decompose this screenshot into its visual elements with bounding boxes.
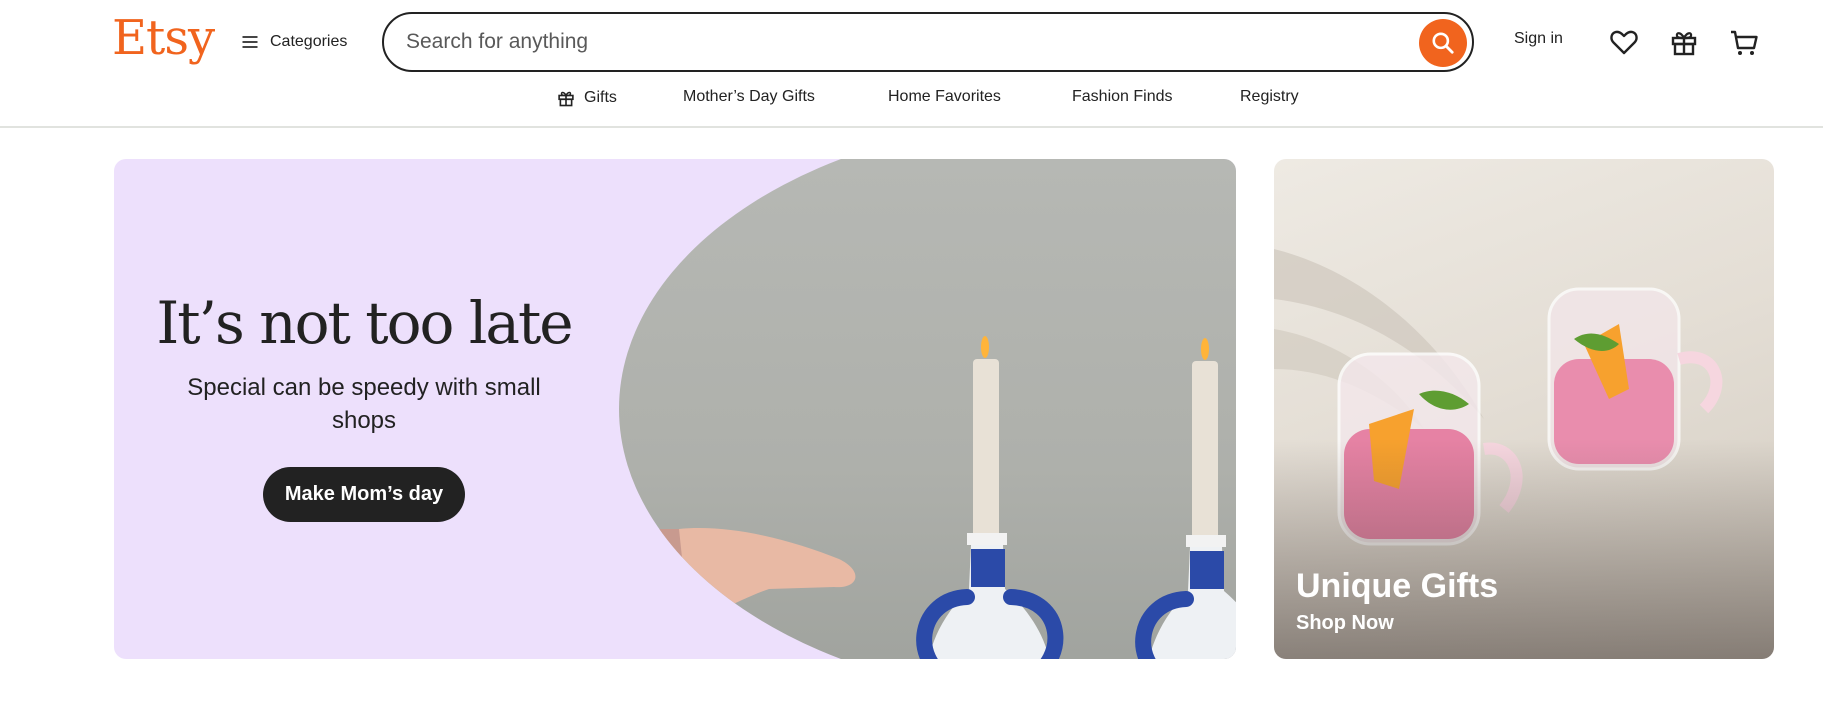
nav-item-mothers-day-gifts[interactable]: Mother’s Day Gifts: [683, 88, 815, 106]
unique-gifts-title: Unique Gifts: [1296, 567, 1499, 605]
favorites-button[interactable]: [1608, 26, 1640, 58]
gift-icon: [1671, 32, 1697, 56]
category-nav: Gifts Mother’s Day Gifts Home Favorites …: [0, 86, 1823, 114]
make-moms-day-button[interactable]: Make Mom’s day: [262, 467, 466, 522]
shop-now-link[interactable]: Shop Now: [1296, 612, 1394, 635]
nav-item-fashion-finds[interactable]: Fashion Finds: [1072, 88, 1173, 106]
site-header: Etsy Categories Sign in: [0, 0, 1823, 128]
gift-icon: [558, 91, 574, 107]
categories-label: Categories: [270, 33, 348, 50]
sign-in-link[interactable]: Sign in: [1514, 30, 1563, 48]
hero-text-block: It’s not too late Special can be speedy …: [114, 289, 614, 522]
cart-button[interactable]: [1728, 26, 1760, 58]
hamburger-menu-icon: [242, 36, 258, 48]
candlesticks-illustration: [619, 336, 1236, 659]
nav-item-registry[interactable]: Registry: [1240, 88, 1299, 106]
nav-item-label: Gifts: [584, 89, 617, 106]
search-button[interactable]: [1419, 19, 1467, 67]
hero-title: It’s not too late: [156, 289, 573, 357]
hero-banner[interactable]: It’s not too late Special can be speedy …: [114, 159, 1236, 659]
unique-gifts-card[interactable]: Unique Gifts Shop Now: [1274, 159, 1774, 659]
search-icon: [1432, 32, 1454, 54]
search-input[interactable]: [406, 30, 1366, 54]
nav-item-home-favorites[interactable]: Home Favorites: [888, 88, 1001, 106]
hero-subtitle: Special can be speedy with small shops: [187, 374, 541, 434]
nav-item-gifts[interactable]: Gifts: [556, 88, 617, 108]
categories-button[interactable]: Categories: [240, 28, 347, 56]
etsy-logo[interactable]: Etsy: [112, 10, 215, 66]
heart-icon: [1610, 30, 1638, 55]
shopping-cart-icon: [1731, 30, 1758, 55]
gift-mode-button[interactable]: [1668, 26, 1700, 58]
hero-candlesticks-image: [619, 159, 1236, 659]
search-bar: [382, 12, 1474, 72]
